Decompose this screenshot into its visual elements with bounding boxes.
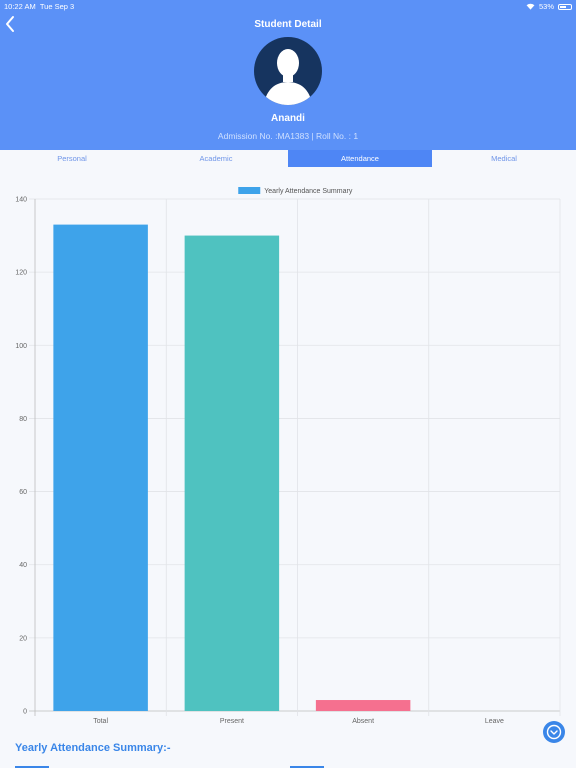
scroll-down-button[interactable] [543, 721, 565, 743]
legend-label: Yearly Attendance Summary [264, 188, 353, 195]
status-bar: 10:22 AM Tue Sep 3 53% [0, 0, 576, 12]
x-tick-label: Total [93, 718, 108, 725]
admission-roll-info: Admission No. :MA1383 | Roll No. : 1 [217, 131, 359, 141]
y-tick-label: 80 [19, 416, 27, 423]
battery-icon [558, 3, 572, 10]
y-tick-label: 0 [23, 709, 27, 716]
x-tick-label: Present [220, 718, 244, 725]
bar [184, 235, 280, 712]
bar [53, 224, 148, 711]
header: 10:22 AM Tue Sep 3 53% Student Detail An… [0, 0, 576, 150]
summary-cutoff-text-right [290, 766, 324, 768]
battery-percent: 53% [538, 2, 554, 11]
wifi-icon [526, 3, 535, 10]
tab-academic[interactable]: Academic [144, 150, 288, 167]
summary-title: Yearly Attendance Summary:- [15, 742, 171, 754]
y-tick-label: 40 [19, 562, 27, 569]
tab-bar: Personal Academic Attendance Medical [0, 150, 576, 167]
page-title: Student Detail [254, 19, 322, 30]
y-tick-label: 100 [15, 343, 27, 350]
status-indicators: 53% [526, 2, 572, 11]
attendance-bar-chart: Yearly Attendance Summary 0 20 40 60 80 100 120… [15, 187, 561, 725]
legend-swatch [238, 187, 261, 194]
user-silhouette-icon [264, 49, 312, 105]
y-tick-label: 120 [15, 270, 27, 277]
tab-attendance[interactable]: Attendance [288, 150, 432, 167]
y-tick-label: 20 [19, 635, 27, 642]
x-tick-label: Absent [352, 718, 374, 725]
tab-personal[interactable]: Personal [0, 150, 144, 167]
summary-cutoff-text-left [15, 766, 49, 768]
x-tick-label: Leave [485, 718, 504, 725]
y-tick-label: 140 [15, 197, 27, 204]
avatar [254, 37, 322, 105]
tab-medical[interactable]: Medical [432, 150, 576, 167]
chevron-down-circle-icon [546, 724, 562, 740]
y-tick-label: 60 [19, 489, 27, 496]
student-name: Anandi [271, 113, 305, 124]
status-time: 10:22 AM Tue Sep 3 [4, 2, 75, 11]
bar [315, 700, 411, 711]
